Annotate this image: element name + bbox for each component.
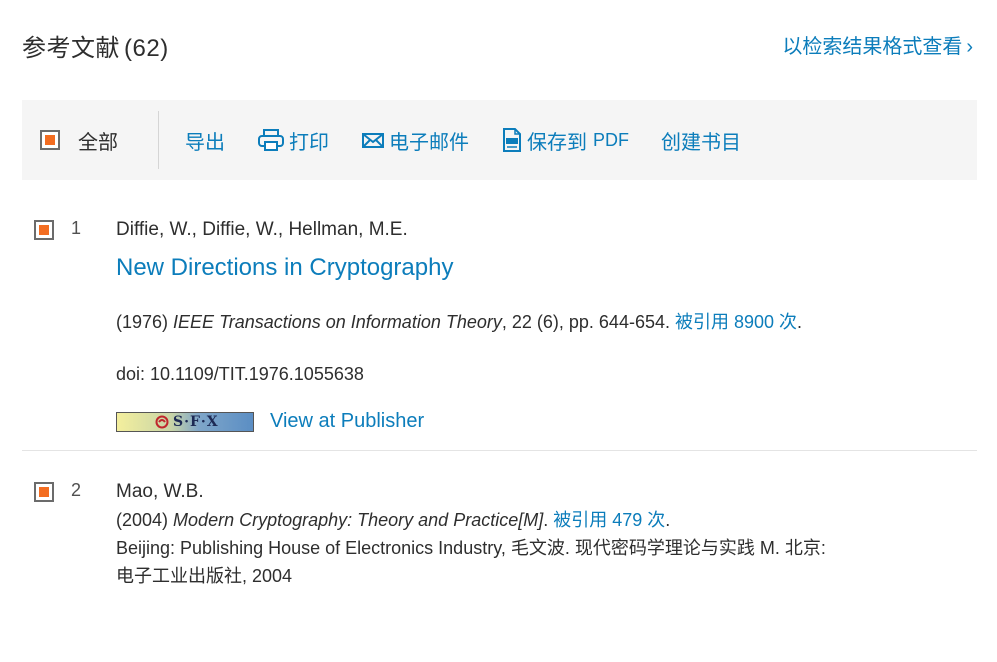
reference-count: (62) bbox=[124, 35, 169, 62]
view-as-search-results-link[interactable]: 以检索结果格式查看 › bbox=[782, 30, 973, 59]
reference-number: 2 bbox=[71, 480, 82, 500]
reference-checkbox[interactable] bbox=[34, 220, 54, 240]
page-title: 参考文献 (62) bbox=[22, 28, 169, 63]
reference-body: Diffie, W., Diffie, W., Hellman, M.E. Ne… bbox=[116, 216, 957, 433]
create-bibliography-button[interactable]: 创建书目 bbox=[661, 126, 741, 155]
view-link-label[interactable]: 以检索结果格式查看 bbox=[782, 36, 962, 58]
email-button[interactable]: 电子邮件 bbox=[361, 126, 469, 155]
reference-checkbox[interactable] bbox=[34, 482, 54, 502]
export-label[interactable]: 导出 bbox=[185, 126, 225, 155]
select-all-group: 全部 bbox=[40, 111, 159, 169]
print-label[interactable]: 打印 bbox=[289, 126, 329, 155]
chevron-right-icon: › bbox=[966, 36, 973, 58]
references-header: 参考文献 (62) 以检索结果格式查看 › bbox=[22, 28, 973, 68]
reference-citation: (1976) IEEE Transactions on Information … bbox=[116, 308, 957, 336]
reference-title-link[interactable]: New Directions in Cryptography bbox=[116, 252, 957, 284]
save-pdf-button[interactable]: 保存到 PDF bbox=[501, 126, 629, 155]
cited-by-link[interactable]: 被引用 8900 次 bbox=[675, 312, 797, 332]
select-all-label[interactable]: 全部 bbox=[78, 126, 118, 155]
cited-suffix: . bbox=[665, 510, 671, 530]
references-toolbar: 全部 导出 打印 电子邮件 保存到 PDF 创建书目 bbox=[22, 100, 977, 180]
reference-authors: Diffie, W., Diffie, W., Hellman, M.E. bbox=[116, 219, 408, 240]
save-pdf-label[interactable]: 保存到 bbox=[527, 126, 587, 155]
page-title-text: 参考文献 bbox=[22, 35, 120, 62]
envelope-icon bbox=[362, 133, 384, 148]
reference-details: , 22 (6), pp. 644-654. bbox=[501, 312, 675, 332]
print-button[interactable]: 打印 bbox=[257, 126, 329, 155]
reference-extra-line: 电子工业出版社, 2004 bbox=[116, 566, 293, 586]
cited-suffix: . bbox=[797, 312, 803, 332]
reference-citation: (2004) Modern Cryptography: Theory and P… bbox=[116, 506, 957, 534]
email-label[interactable]: 电子邮件 bbox=[389, 126, 469, 155]
reference-body: Mao, W.B. (2004) Modern Cryptography: Th… bbox=[116, 478, 957, 590]
reference-year: (2004) bbox=[116, 510, 169, 530]
reference-links: S·F·X View at Publisher bbox=[116, 410, 957, 433]
view-at-publisher-link[interactable]: View at Publisher bbox=[270, 410, 424, 433]
cited-by-link[interactable]: 被引用 479 次 bbox=[553, 510, 665, 530]
reference-journal: IEEE Transactions on Information Theory bbox=[173, 312, 502, 332]
reference-number: 1 bbox=[71, 218, 82, 238]
reference-authors: Mao, W.B. bbox=[116, 481, 204, 502]
printer-icon bbox=[258, 129, 284, 151]
sfx-logo-icon bbox=[155, 415, 169, 428]
reference-divider bbox=[22, 450, 977, 451]
sfx-label: S·F·X bbox=[173, 413, 219, 430]
reference-extra-line: Beijing: Publishing House of Electronics… bbox=[116, 538, 826, 558]
pdf-file-icon bbox=[503, 128, 521, 152]
reference-year: (1976) bbox=[116, 312, 169, 332]
create-bibliography-label[interactable]: 创建书目 bbox=[661, 126, 741, 155]
reference-doi: doi: 10.1109/TIT.1976.1055638 bbox=[116, 364, 364, 384]
reference-source-suffix: . bbox=[543, 510, 554, 530]
select-all-checkbox[interactable] bbox=[40, 130, 60, 150]
export-button[interactable]: 导出 bbox=[185, 126, 225, 155]
sfx-button[interactable]: S·F·X bbox=[116, 411, 254, 432]
reference-source: Modern Cryptography: Theory and Practice… bbox=[173, 510, 544, 530]
save-pdf-suffix[interactable]: PDF bbox=[593, 130, 629, 151]
